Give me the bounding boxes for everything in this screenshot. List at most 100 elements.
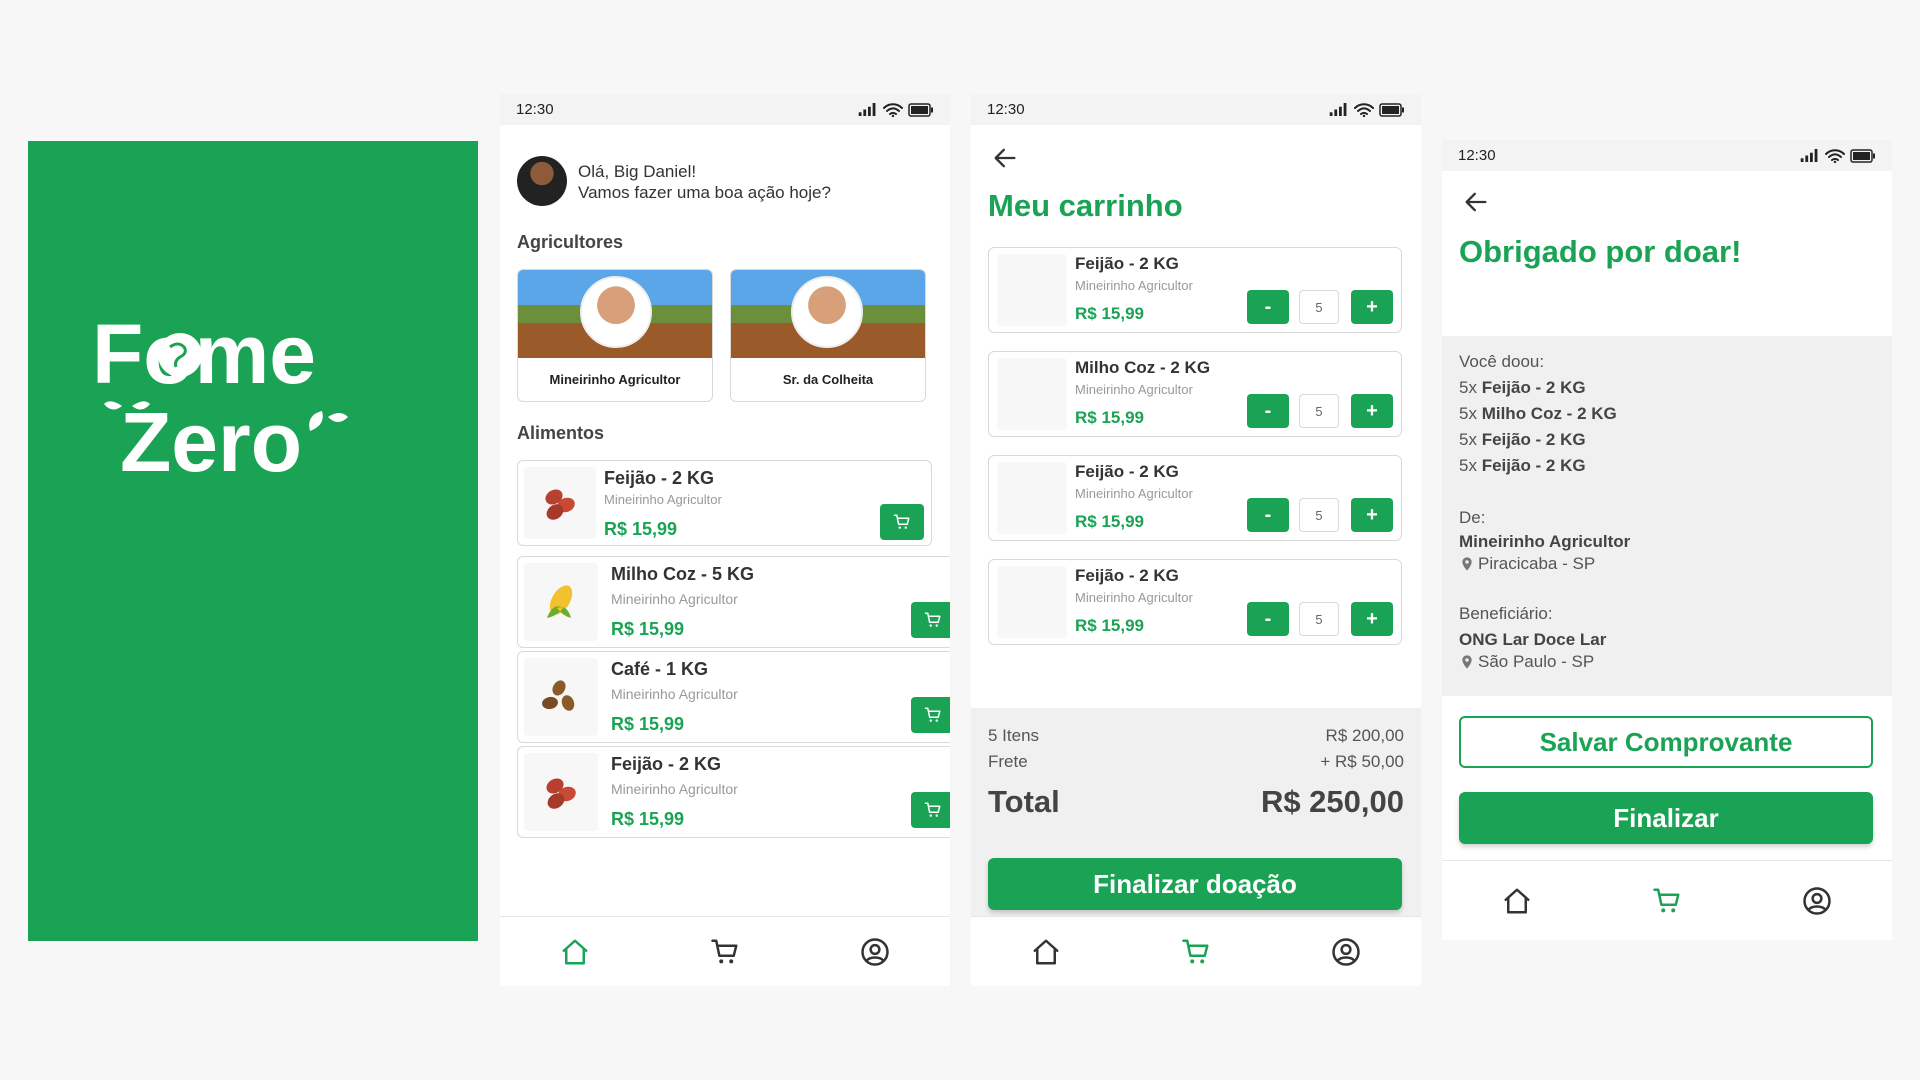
arrow-left-icon xyxy=(991,144,1019,172)
cart-item: Feijão - 2 KG Mineirinho Agricultor R$ 1… xyxy=(988,247,1402,333)
qty-value[interactable]: 5 xyxy=(1299,602,1339,636)
home-icon xyxy=(1031,937,1061,967)
nav-home[interactable] xyxy=(1024,930,1068,974)
nav-cart[interactable] xyxy=(1174,930,1218,974)
decrease-qty-button[interactable]: - xyxy=(1247,498,1289,532)
increase-qty-button[interactable]: + xyxy=(1351,394,1393,428)
from-name: Mineirinho Agricultor xyxy=(1459,532,1631,551)
cart-item: Milho Coz - 2 KG Mineirinho Agricultor R… xyxy=(988,351,1402,437)
splash-screen: Fome Zero xyxy=(28,141,478,941)
order-summary: 5 Itens R$ 200,00 Frete + R$ 50,00 Total… xyxy=(971,708,1421,918)
save-receipt-button[interactable]: Salvar Comprovante xyxy=(1459,716,1873,768)
signal-icon xyxy=(1329,103,1349,116)
increase-qty-button[interactable]: + xyxy=(1351,498,1393,532)
food-price: R$ 15,99 xyxy=(611,809,685,829)
cart-screen: 12:30 Meu carrinho Feijão - 2 KG Mineiri… xyxy=(971,94,1421,986)
corn-icon xyxy=(524,563,598,641)
decrease-qty-button[interactable]: - xyxy=(1247,290,1289,324)
page-title: Obrigado por doar! xyxy=(1459,234,1742,269)
nav-cart[interactable] xyxy=(703,930,747,974)
food-card[interactable]: Feijão - 2 KG Mineirinho Agricultor R$ 1… xyxy=(517,746,950,838)
add-cart-icon xyxy=(893,513,911,531)
cart-item: Feijão - 2 KG Mineirinho Agricultor R$ 1… xyxy=(988,455,1402,541)
donation-receipt-screen: 12:30 Obrigado por doar! Você doou: 5x F… xyxy=(1442,140,1892,940)
item-farmer: Mineirinho Agricultor xyxy=(1075,590,1193,605)
decrease-qty-button[interactable]: - xyxy=(1247,602,1289,636)
food-card[interactable]: Café - 1 KG Mineirinho Agricultor R$ 15,… xyxy=(517,651,950,743)
product-image xyxy=(997,254,1067,326)
total-value: R$ 250,00 xyxy=(1260,784,1404,819)
item-price: R$ 15,99 xyxy=(1075,304,1144,323)
item-name: Feijão - 2 KG xyxy=(1075,462,1179,481)
location-pin-icon xyxy=(1459,556,1475,572)
donated-item: 5x Feijão - 2 KG xyxy=(1459,378,1586,397)
add-to-cart-button[interactable] xyxy=(911,697,950,733)
home-screen: 12:30 Olá, Big Daniel! Vamos fazer uma b… xyxy=(500,94,950,986)
food-farmer: Mineirinho Agricultor xyxy=(611,781,738,797)
increase-qty-button[interactable]: + xyxy=(1351,290,1393,324)
profile-icon xyxy=(860,937,890,967)
wifi-icon xyxy=(1825,149,1845,163)
profile-icon xyxy=(1802,886,1832,916)
farmer-name: Sr. da Colheita xyxy=(782,372,874,387)
item-name: Feijão - 2 KG xyxy=(1075,566,1179,585)
cart-icon xyxy=(710,937,740,967)
beans-icon xyxy=(524,467,596,539)
add-to-cart-button[interactable] xyxy=(911,792,950,828)
status-time: 12:30 xyxy=(987,101,1025,118)
nav-profile[interactable] xyxy=(1795,879,1839,923)
decrease-qty-button[interactable]: - xyxy=(1247,394,1289,428)
greeting: Olá, Big Daniel! xyxy=(578,162,697,181)
donated-item: 5x Milho Coz - 2 KG xyxy=(1459,404,1617,423)
farmer-card[interactable]: Sr. da Colheita xyxy=(730,269,926,402)
status-time: 12:30 xyxy=(516,101,554,118)
from-label: De: xyxy=(1459,508,1486,527)
nav-profile[interactable] xyxy=(1324,930,1368,974)
battery-icon xyxy=(1850,149,1876,163)
status-time: 12:30 xyxy=(1458,147,1496,164)
nav-home[interactable] xyxy=(1495,879,1539,923)
foods-section-title: Alimentos xyxy=(517,423,605,443)
food-card[interactable]: Feijão - 2 KG Mineirinho Agricultor R$ 1… xyxy=(517,460,932,546)
bottom-nav xyxy=(1442,860,1892,940)
food-name: Café - 1 KG xyxy=(611,659,709,679)
item-farmer: Mineirinho Agricultor xyxy=(1075,278,1193,293)
food-price: R$ 15,99 xyxy=(604,519,678,539)
leaf-icon xyxy=(309,411,348,431)
logo-word-fome: Fome xyxy=(92,311,316,401)
items-value: R$ 200,00 xyxy=(1325,726,1404,745)
food-farmer: Mineirinho Agricultor xyxy=(611,591,738,607)
items-row: 5 Itens R$ 200,00 xyxy=(988,726,1404,746)
beneficiary-location: São Paulo - SP xyxy=(1459,652,1594,672)
globe-icon xyxy=(158,333,202,377)
shipping-row: Frete + R$ 50,00 xyxy=(988,752,1404,772)
back-button[interactable] xyxy=(991,144,1021,174)
qty-value[interactable]: 5 xyxy=(1299,394,1339,428)
food-card[interactable]: Milho Coz - 5 KG Mineirinho Agricultor R… xyxy=(517,556,950,648)
finish-donation-button[interactable]: Finalizar doação xyxy=(988,858,1402,910)
add-to-cart-button[interactable] xyxy=(911,602,950,638)
avatar[interactable] xyxy=(517,156,567,206)
food-name: Feijão - 2 KG xyxy=(604,468,715,488)
food-name: Milho Coz - 5 KG xyxy=(611,564,754,584)
product-image xyxy=(997,462,1067,534)
finish-button[interactable]: Finalizar xyxy=(1459,792,1873,844)
food-name: Feijão - 2 KG xyxy=(611,754,722,774)
add-cart-icon xyxy=(924,801,942,819)
farmer-card[interactable]: Mineirinho Agricultor xyxy=(517,269,713,402)
home-icon xyxy=(1502,886,1532,916)
nav-profile[interactable] xyxy=(853,930,897,974)
increase-qty-button[interactable]: + xyxy=(1351,602,1393,636)
arrow-left-icon xyxy=(1462,188,1490,216)
page-title: Meu carrinho xyxy=(988,188,1183,223)
bottom-nav xyxy=(500,916,950,986)
home-icon xyxy=(560,937,590,967)
qty-value[interactable]: 5 xyxy=(1299,290,1339,324)
beneficiary-name: ONG Lar Doce Lar xyxy=(1459,630,1607,649)
qty-value[interactable]: 5 xyxy=(1299,498,1339,532)
nav-home[interactable] xyxy=(553,930,597,974)
add-to-cart-button[interactable] xyxy=(880,504,924,540)
nav-cart[interactable] xyxy=(1645,879,1689,923)
back-button[interactable] xyxy=(1462,188,1492,218)
location-pin-icon xyxy=(1459,654,1475,670)
